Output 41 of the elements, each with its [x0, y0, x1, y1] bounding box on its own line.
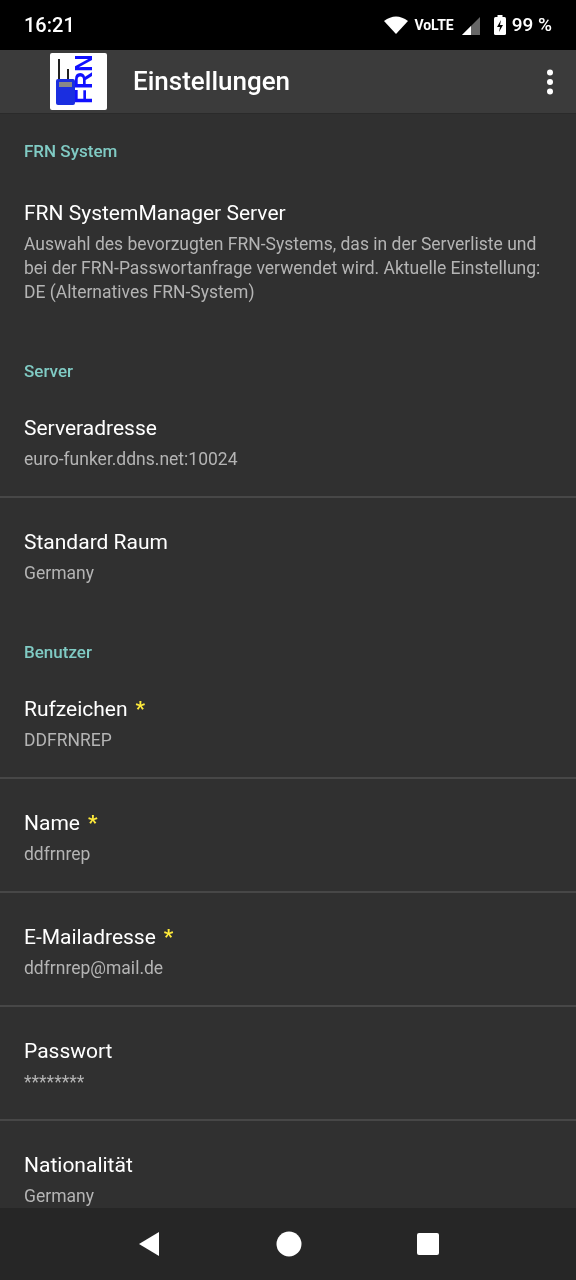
back-icon[interactable]	[137, 1231, 162, 1257]
preference-summary: euro-funker.ddns.net:10024	[24, 448, 239, 471]
preference-title: Nationalität	[24, 1152, 133, 1179]
preference-summary: ********	[24, 1071, 86, 1094]
preference-title: Standard Raum	[24, 529, 168, 556]
wifi-icon	[384, 16, 409, 34]
preference-title: Name	[24, 810, 80, 837]
preference-summary: DDFRNREP	[24, 729, 113, 752]
section-header: FRN System	[24, 140, 119, 163]
preference-summary: Germany	[24, 1185, 95, 1208]
preference-title: Passwort	[24, 1038, 113, 1065]
preference-item[interactable]: Serveradresse euro-funker.ddns.net:10024	[0, 384, 576, 498]
preference-summary: ddfrnrep	[24, 843, 92, 866]
preference-summary: Germany	[24, 562, 95, 585]
section-header: Server	[24, 360, 74, 383]
required-mark: *	[135, 696, 146, 723]
preference-item[interactable]: FRN SystemManager Server Auswahl des bevorzugten FRN-Systems, das in der Serverliste und bei der FRN-Passwortanfrage verwendet wird. Aktuelle Einstellung: DE (Alternatives FRN-System)	[0, 169, 576, 329]
preference-item[interactable]: E-Mailadresse * ddfrnrep@mail.de	[0, 893, 576, 1007]
battery-icon	[493, 15, 506, 35]
preference-summary: ddfrnrep@mail.de	[24, 957, 165, 980]
preference-title: Rufzeichen	[24, 696, 128, 723]
preference-title: E-Mailadresse	[24, 924, 156, 951]
required-mark: *	[87, 810, 98, 837]
required-mark: *	[163, 924, 174, 951]
preference-item[interactable]: Passwort ********	[0, 1007, 576, 1121]
preference-title: Serveradresse	[24, 415, 157, 442]
preference-item[interactable]: Nationalität Germany	[0, 1121, 576, 1208]
preference-item[interactable]: Standard Raum Germany	[0, 498, 576, 610]
preference-summary: Auswahl des bevorzugten FRN-Systems, das in der Serverliste und bei der FRN-Passwortanfrage verwendet wird. Aktuelle Einstellung: DE (Alternatives FRN-System)	[24, 233, 542, 304]
app-logo: FRN	[50, 53, 107, 110]
preference-item[interactable]: Rufzeichen * DDFRNREP	[0, 665, 576, 779]
preference-item[interactable]: Name * ddfrnrep	[0, 779, 576, 893]
home-icon[interactable]	[276, 1231, 302, 1257]
overflow-menu-icon[interactable]	[546, 68, 554, 95]
section-header: Benutzer	[24, 641, 93, 664]
clock: 16:21	[24, 12, 75, 39]
screen-title: Einstellungen	[133, 65, 291, 98]
recents-icon[interactable]	[416, 1233, 439, 1255]
preference-title: FRN SystemManager Server	[24, 200, 286, 227]
battery-percent: 99 %	[511, 11, 552, 38]
network-label: VoLTE	[414, 15, 454, 35]
